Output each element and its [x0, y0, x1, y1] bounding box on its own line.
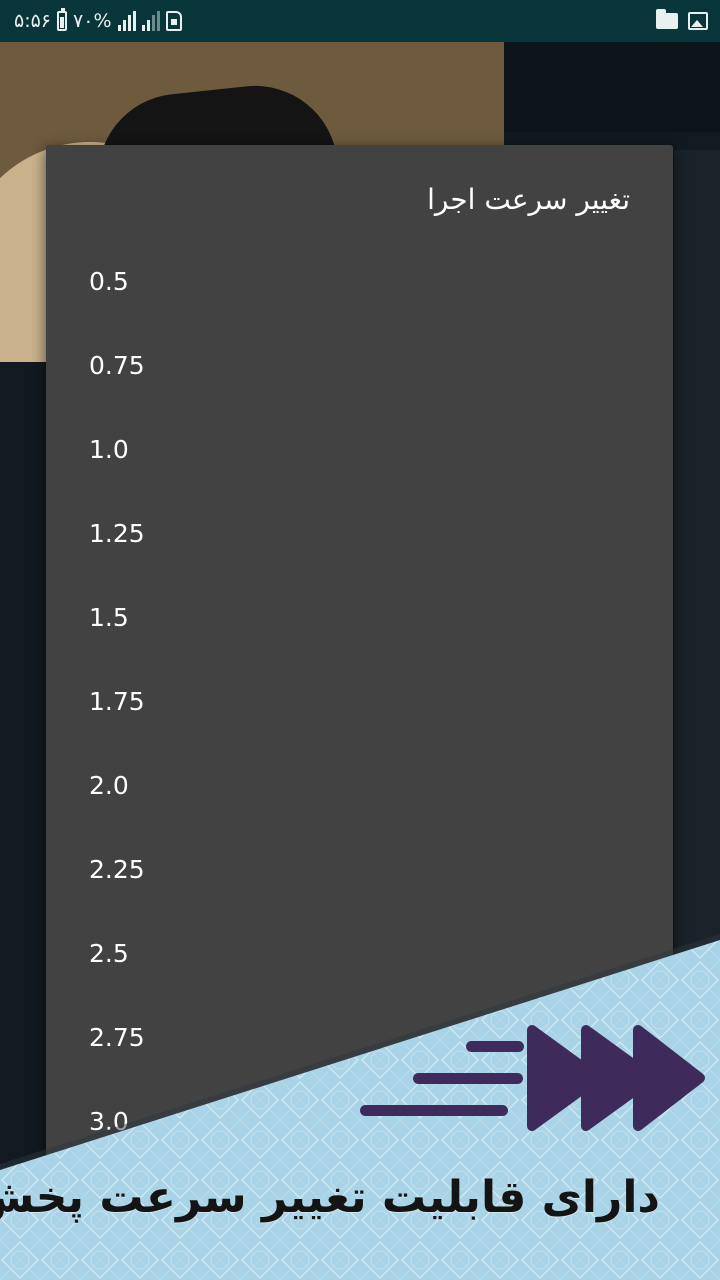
- speed-options-list: 0.5 0.75 1.0 1.25 1.5 1.75 2.0 2.25 2.5 …: [46, 239, 673, 1163]
- battery-icon: [57, 8, 68, 31]
- folder-icon: [656, 9, 678, 29]
- speed-option-label: 3.0: [89, 1107, 129, 1136]
- speed-option[interactable]: 2.0: [46, 743, 673, 827]
- battery-level: ۷۰%: [73, 10, 112, 32]
- image-icon: [688, 12, 708, 30]
- speed-option[interactable]: 0.75: [46, 323, 673, 407]
- status-time: ۵:۵۶: [14, 10, 52, 32]
- promo-caption: دارای قابلیت تغییر سرعت پخش: [0, 1172, 660, 1223]
- speed-option-label: 0.5: [89, 267, 129, 296]
- speed-option-label: 1.5: [89, 603, 129, 632]
- speed-option[interactable]: 2.25: [46, 827, 673, 911]
- speed-option[interactable]: 1.0: [46, 407, 673, 491]
- side-panel: [504, 42, 720, 132]
- signal-icon: [141, 11, 160, 31]
- status-right: [656, 8, 708, 34]
- speed-option[interactable]: 1.5: [46, 575, 673, 659]
- speed-option-label: 2.5: [89, 939, 129, 968]
- signal-icon: [117, 11, 136, 31]
- status-bar: ۵:۵۶ ۷۰%: [0, 0, 720, 42]
- speed-option[interactable]: 2.75: [46, 995, 673, 1079]
- sim-icon: [165, 11, 182, 31]
- speed-option-label: 2.75: [89, 1023, 145, 1052]
- status-left: ۵:۵۶ ۷۰%: [14, 8, 182, 34]
- speed-option-label: 1.0: [89, 435, 129, 464]
- speed-option-label: 0.75: [89, 351, 145, 380]
- speed-option[interactable]: 0.5: [46, 239, 673, 323]
- speed-option-label: 1.25: [89, 519, 145, 548]
- speed-option[interactable]: 1.25: [46, 491, 673, 575]
- speed-option[interactable]: 2.5: [46, 911, 673, 995]
- speed-option[interactable]: 1.75: [46, 659, 673, 743]
- speed-option-label: 2.0: [89, 771, 129, 800]
- dialog-title: تغییر سرعت اجرا: [427, 183, 630, 216]
- playback-speed-dialog: تغییر سرعت اجرا 0.5 0.75 1.0 1.25 1.5 1.…: [46, 145, 673, 1280]
- speed-option-label: 2.25: [89, 855, 145, 884]
- speed-option-label: 1.75: [89, 687, 145, 716]
- speed-option[interactable]: 3.0: [46, 1079, 673, 1163]
- side-list-shade: [674, 150, 720, 1150]
